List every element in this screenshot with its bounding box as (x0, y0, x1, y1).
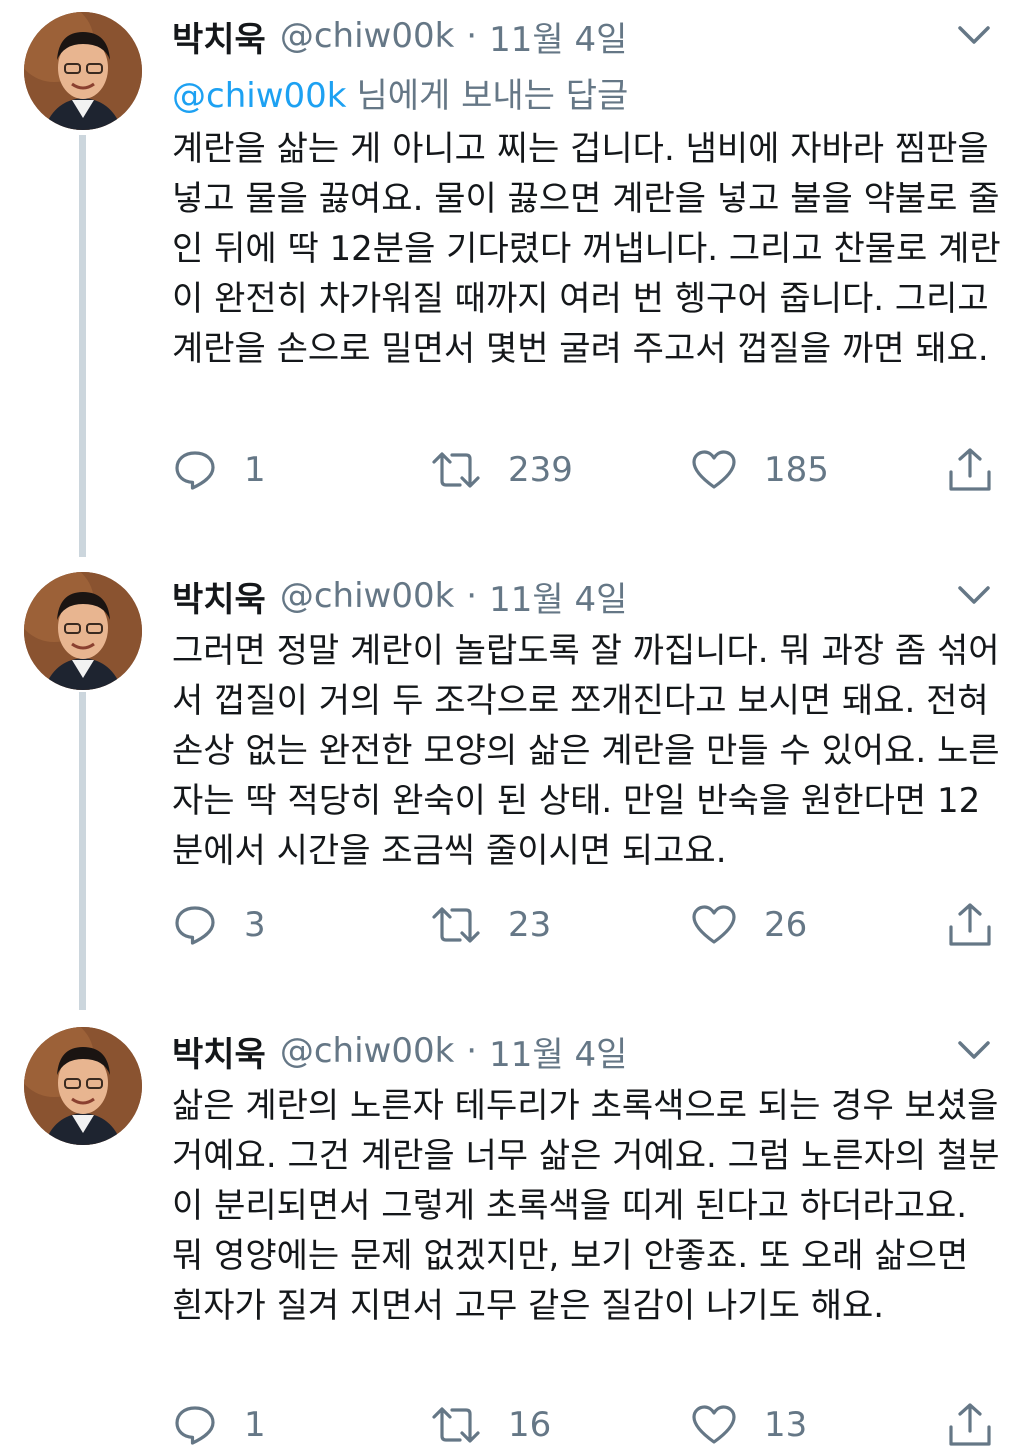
reply-count: 3 (244, 905, 266, 945)
heart-icon (692, 450, 736, 489)
chevron-down-icon[interactable] (956, 582, 992, 608)
tweet-actions: 3 23 26 (172, 895, 1002, 955)
share-button[interactable] (946, 440, 994, 500)
author-handle[interactable]: @chiw00k (280, 576, 454, 616)
heart-icon (692, 1405, 736, 1444)
share-icon (949, 903, 991, 946)
like-count: 26 (764, 905, 808, 945)
retweet-count: 23 (508, 905, 552, 945)
reply-icon (175, 451, 215, 490)
avatar-image (24, 572, 142, 690)
tweet-text: 삶은 계란의 노른자 테두리가 초록색으로 되는 경우 보셨을 거예요. 그건 … (172, 1086, 1000, 1326)
tweet-date[interactable]: 11월 4일 (489, 572, 627, 621)
reply-count: 1 (244, 450, 266, 490)
author-name[interactable]: 박치욱 (172, 1027, 266, 1076)
author-handle[interactable]: @chiw00k (280, 1031, 454, 1071)
share-button[interactable] (946, 895, 994, 955)
avatar-image (24, 1027, 142, 1145)
reply-button[interactable]: 1 (172, 440, 266, 500)
retweet-icon (432, 907, 480, 943)
tweet-text: 계란을 삶는 게 아니고 찌는 겁니다. 냄비에 자바라 찜판을 넣고 물을 끓… (172, 129, 1001, 369)
tweet-date[interactable]: 11월 4일 (489, 1027, 627, 1076)
tweet-header: 박치욱 @chiw00k · 11월 4일 (172, 1027, 627, 1075)
avatar-image (24, 12, 142, 130)
share-icon (949, 1403, 991, 1446)
tweet-header: 박치욱 @chiw00k · 11월 4일 (172, 12, 627, 60)
tweet-text: 그러면 정말 계란이 놀랍도록 잘 까집니다. 뭐 과장 좀 섞어서 껍질이 거… (172, 631, 1000, 871)
author-name[interactable]: 박치욱 (172, 572, 266, 621)
like-button[interactable]: 26 (690, 895, 807, 955)
tweet-actions: 1 239 185 (172, 440, 1002, 500)
tweet[interactable]: 박치욱 @chiw00k · 11월 4일 그러면 정말 계란이 놀랍도록 잘 … (0, 560, 1024, 980)
retweet-icon (432, 1407, 480, 1443)
reply-context: @chiw00k 님에게 보내는 답글 (172, 68, 628, 117)
like-count: 185 (764, 450, 829, 490)
tweet-date[interactable]: 11월 4일 (489, 12, 627, 61)
author-name[interactable]: 박치욱 (172, 12, 266, 61)
share-icon (949, 448, 991, 491)
chevron-down-icon[interactable] (956, 22, 992, 48)
reply-button[interactable]: 3 (172, 895, 266, 955)
avatar[interactable] (24, 572, 142, 690)
reply-icon (175, 906, 215, 945)
like-count: 13 (764, 1405, 808, 1445)
separator: · (466, 16, 478, 56)
separator: · (466, 1031, 478, 1071)
reply-context-text: 님에게 보내는 답글 (356, 76, 629, 116)
like-button[interactable]: 13 (690, 1395, 807, 1455)
retweet-count: 16 (508, 1405, 552, 1445)
retweet-button[interactable]: 16 (430, 1395, 551, 1455)
tweet-actions: 1 16 13 (172, 1395, 1002, 1455)
retweet-button[interactable]: 23 (430, 895, 551, 955)
share-button[interactable] (946, 1395, 994, 1455)
avatar[interactable] (24, 1027, 142, 1145)
like-button[interactable]: 185 (690, 440, 829, 500)
retweet-button[interactable]: 239 (430, 440, 573, 500)
reply-button[interactable]: 1 (172, 1395, 266, 1455)
reply-mention-link[interactable]: @chiw00k (172, 76, 346, 116)
separator: · (466, 576, 478, 616)
chevron-down-icon[interactable] (956, 1037, 992, 1063)
retweet-icon (432, 452, 480, 488)
heart-icon (692, 905, 736, 944)
tweet-header: 박치욱 @chiw00k · 11월 4일 (172, 572, 627, 620)
tweet[interactable]: 박치욱 @chiw00k · 11월 4일 삶은 계란의 노른자 테두리가 초록… (0, 1015, 1024, 1447)
reply-count: 1 (244, 1405, 266, 1445)
tweet[interactable]: 박치욱 @chiw00k · 11월 4일 @chiw00k 님에게 보내는 답글… (0, 0, 1024, 520)
author-handle[interactable]: @chiw00k (280, 16, 454, 56)
avatar[interactable] (24, 12, 142, 130)
retweet-count: 239 (508, 450, 573, 490)
reply-icon (175, 1406, 215, 1445)
